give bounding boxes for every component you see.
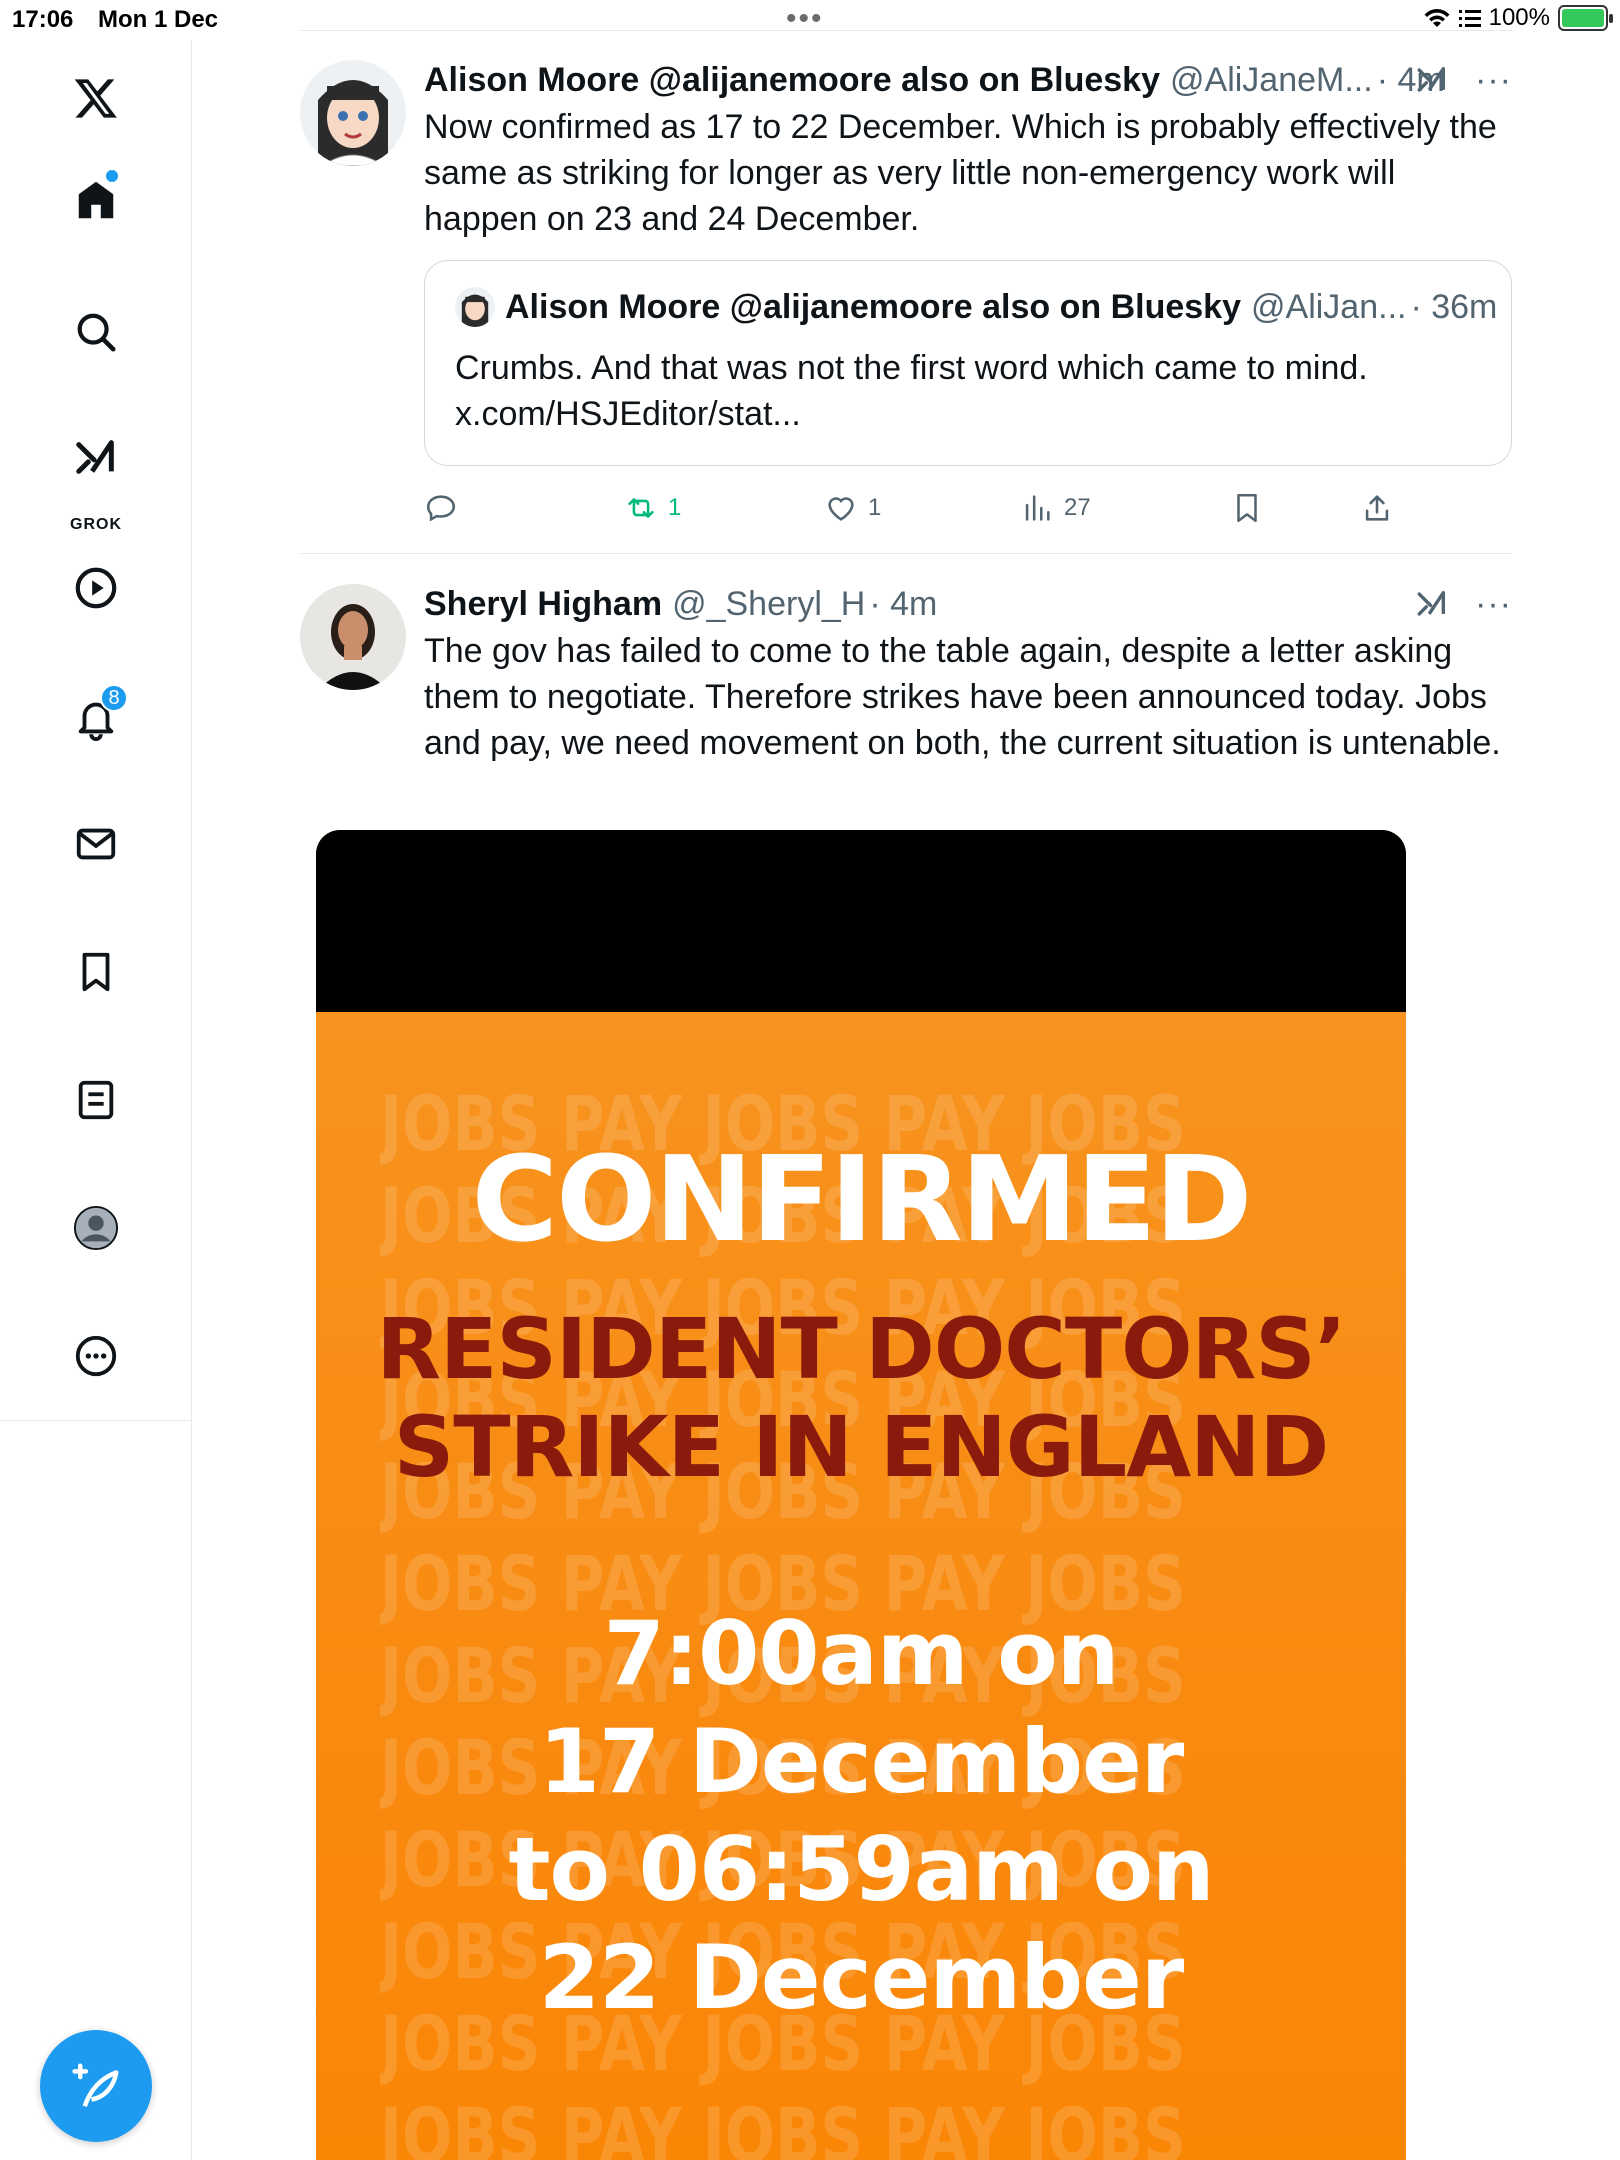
bookmark-button[interactable] xyxy=(1230,491,1264,525)
poster-date-line-1: 7:00am on xyxy=(603,1602,1120,1705)
bookmarks-icon xyxy=(82,952,110,992)
more-options-icon[interactable]: ··· xyxy=(1475,61,1512,100)
quote-avatar xyxy=(455,287,495,327)
tweet-text: Now confirmed as 17 to 22 December. Whic… xyxy=(424,108,1497,238)
grok-icon xyxy=(76,440,114,474)
feed-top-divider xyxy=(300,30,1512,31)
more-icon xyxy=(75,1335,117,1377)
sidebar-item-lists[interactable] xyxy=(58,1062,134,1138)
grok-label: GROK xyxy=(70,516,122,533)
views-count: 27 xyxy=(1064,494,1091,521)
sidebar-item-grok[interactable] xyxy=(58,420,134,496)
sidebar-item-video[interactable] xyxy=(58,550,134,626)
grok-explain-icon[interactable] xyxy=(1415,587,1449,621)
tweet-header: Sheryl Higham @_Sheryl_H · 4m ··· xyxy=(424,582,1512,626)
poster-date-line-3: to 06:59am on xyxy=(508,1818,1214,1921)
tweet-actions: 1 1 27 xyxy=(424,488,1512,528)
quote-link[interactable]: x.com/HSJEditor/stat... xyxy=(455,391,1481,437)
avatar[interactable] xyxy=(300,584,406,690)
timeline: Alison Moore @alijanemoore also on Blues… xyxy=(192,0,1620,2160)
grok-explain-icon[interactable] xyxy=(1415,63,1449,97)
sidebar-divider xyxy=(0,1420,192,1421)
compose-button[interactable] xyxy=(40,2030,152,2142)
sidebar: GROK 8 xyxy=(0,40,192,2160)
poster-subhead: RESIDENT DOCTORS’ STRIKE IN ENGLAND xyxy=(316,1300,1406,1496)
compose-icon xyxy=(72,2063,119,2108)
notification-badge: 8 xyxy=(100,684,128,712)
sidebar-item-more[interactable] xyxy=(58,1318,134,1394)
retweet-count: 1 xyxy=(668,494,682,521)
quote-time: · 36m xyxy=(1410,287,1498,326)
sidebar-item-bookmarks[interactable] xyxy=(58,934,134,1010)
avatar[interactable] xyxy=(300,60,406,166)
reply-icon xyxy=(426,495,456,522)
poster-date-line-2: 17 December xyxy=(538,1710,1184,1813)
x-logo-icon[interactable] xyxy=(58,60,134,136)
poster-headline: CONFIRMED xyxy=(471,1130,1252,1268)
views-button[interactable]: 27 xyxy=(1020,491,1091,525)
sidebar-item-search[interactable] xyxy=(58,294,134,370)
profile-icon xyxy=(73,1205,119,1251)
author-handle[interactable]: @AliJaneM... xyxy=(1170,61,1373,100)
home-notification-dot xyxy=(106,170,118,182)
retweet-button[interactable]: 1 xyxy=(624,491,681,525)
home-icon xyxy=(78,181,114,219)
media-black-band xyxy=(316,830,1406,1012)
quote-header: Alison Moore @alijanemoore also on Blues… xyxy=(455,287,1497,327)
like-button[interactable]: 1 xyxy=(824,491,881,525)
like-count: 1 xyxy=(868,494,882,521)
video-icon xyxy=(75,567,117,609)
sidebar-item-notifications[interactable]: 8 xyxy=(58,680,134,756)
quote-body: Crumbs. And that was not the first word … xyxy=(455,349,1368,387)
share-button[interactable] xyxy=(1360,491,1394,525)
bookmark-icon xyxy=(1237,493,1257,523)
quoted-tweet[interactable]: Alison Moore @alijanemoore also on Blues… xyxy=(424,260,1512,466)
sidebar-item-profile[interactable] xyxy=(58,1190,134,1266)
author-name[interactable]: Sheryl Higham xyxy=(424,585,662,624)
tweet-time[interactable]: · 4m xyxy=(869,585,937,624)
poster-subhead-line-1: RESIDENT DOCTORS’ xyxy=(376,1300,1346,1398)
more-options-icon[interactable]: ··· xyxy=(1475,585,1512,624)
reply-button[interactable] xyxy=(424,491,468,525)
poster-dates: 7:00am on 17 December to 06:59am on 22 D… xyxy=(316,1600,1406,2032)
sidebar-item-home[interactable] xyxy=(58,162,134,238)
poster-subhead-line-2: STRIKE IN ENGLAND xyxy=(393,1398,1329,1496)
share-icon xyxy=(1365,495,1389,521)
poster-date-line-4: 22 December xyxy=(538,1926,1184,2029)
messages-icon xyxy=(76,828,116,860)
views-icon xyxy=(1025,495,1050,521)
lists-icon xyxy=(78,1080,114,1120)
status-time: 17:06 xyxy=(12,6,74,33)
tweet-alison-moore[interactable]: Alison Moore @alijanemoore also on Blues… xyxy=(300,58,1512,553)
tweet-header: Alison Moore @alijanemoore also on Blues… xyxy=(424,58,1512,102)
tweet-media-image[interactable]: JOBS PAY JOBS PAY JOBS JOBS PAY JOBS PAY… xyxy=(316,830,1406,2160)
quote-author-handle: @AliJan... xyxy=(1251,287,1407,326)
quote-author-name: Alison Moore @alijanemoore also on Blues… xyxy=(505,287,1241,326)
retweet-icon xyxy=(628,498,654,518)
quote-text: Crumbs. And that was not the first word … xyxy=(455,345,1481,437)
sidebar-item-messages[interactable] xyxy=(58,806,134,882)
search-icon xyxy=(77,313,116,352)
author-name[interactable]: Alison Moore @alijanemoore also on Blues… xyxy=(424,61,1160,100)
author-handle[interactable]: @_Sheryl_H xyxy=(672,585,865,624)
tweet-divider xyxy=(300,553,1512,554)
tweet-text: The gov has failed to come to the table … xyxy=(424,632,1501,762)
heart-icon xyxy=(828,497,854,521)
